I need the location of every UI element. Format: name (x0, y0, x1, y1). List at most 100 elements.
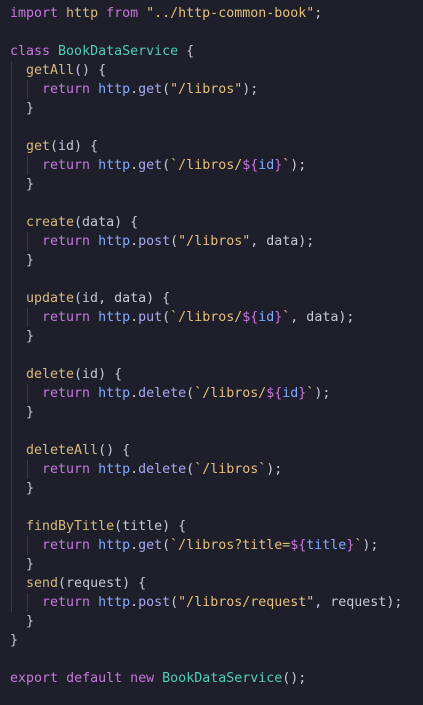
code-token: . (130, 595, 139, 610)
code-token: post (138, 234, 171, 249)
code-token: http (90, 158, 131, 173)
code-line[interactable]: return http.get(`/libros?title=${title}`… (10, 536, 378, 555)
code-token: (id, data) { (74, 291, 171, 306)
code-token: () { (74, 63, 107, 78)
code-token: `/libros/ (170, 310, 243, 325)
code-line[interactable]: return http.put(`/libros/${id}`, data); (10, 308, 354, 327)
code-token: getAll (10, 63, 75, 78)
code-token: . (130, 234, 139, 249)
code-token: } (10, 481, 35, 496)
code-token: (id) { (50, 139, 99, 154)
code-token: "/libros" (170, 82, 243, 97)
code-line[interactable]: class BookDataService { (10, 42, 194, 61)
code-editor[interactable]: import http from "../http-common-book"; c… (0, 0, 423, 705)
code-line[interactable]: import http from "../http-common-book"; (10, 4, 322, 23)
code-token: return (42, 595, 91, 610)
code-token: ; (314, 6, 323, 21)
code-token: export (10, 671, 59, 686)
code-token: ); (266, 462, 283, 477)
code-line[interactable]: } (10, 175, 34, 194)
code-token: return (42, 310, 91, 325)
code-line[interactable]: get(id) { (10, 137, 98, 156)
code-line[interactable]: } (10, 612, 34, 631)
code-line[interactable]: return http.delete(`/libros`); (10, 460, 282, 479)
code-token: } (10, 101, 35, 116)
code-token: BookDataService (58, 44, 179, 59)
code-line[interactable]: create(data) { (10, 213, 138, 232)
code-token: delete (10, 367, 75, 382)
code-line[interactable]: getAll() { (10, 61, 106, 80)
code-line[interactable]: } (10, 631, 18, 650)
code-token: ( (162, 158, 171, 173)
code-line[interactable]: return http.delete(`/libros/${id}`); (10, 384, 330, 403)
code-token: . (130, 386, 139, 401)
code-token: put (138, 310, 163, 325)
code-token: http (90, 386, 131, 401)
code-line[interactable]: return http.get(`/libros/${id}`); (10, 156, 306, 175)
code-line[interactable]: update(id, data) { (10, 289, 170, 308)
code-token: () { (98, 443, 131, 458)
code-token: "/libros" (178, 234, 251, 249)
code-token: } (10, 633, 19, 648)
code-token: ${ (242, 158, 259, 173)
code-token: ); (362, 538, 379, 553)
code-token: "/libros/request" (178, 595, 315, 610)
code-token: http (90, 462, 131, 477)
code-line[interactable]: export default new BookDataService(); (10, 669, 306, 688)
code-line[interactable]: return http.post("/libros/request", requ… (10, 593, 402, 612)
code-token: id (282, 386, 299, 401)
code-token: { (178, 44, 195, 59)
code-token: ( (170, 234, 179, 249)
code-token: update (10, 291, 75, 306)
code-token: } (10, 614, 35, 629)
code-line[interactable]: } (10, 555, 34, 574)
code-line[interactable]: findByTitle(title) { (10, 517, 186, 536)
code-token: } (10, 405, 35, 420)
code-line[interactable]: } (10, 251, 34, 270)
code-token: title (306, 538, 347, 553)
code-token: `/libros` (194, 462, 267, 477)
code-token: from (106, 6, 139, 21)
code-token: get (138, 158, 163, 173)
code-token: ${ (290, 538, 307, 553)
code-token: "../http-common-book" (146, 6, 315, 21)
code-token: } (10, 177, 35, 192)
code-token: deleteAll (10, 443, 99, 458)
code-token: . (130, 310, 139, 325)
code-token: default (66, 671, 123, 686)
code-token: `/libros/ (170, 158, 243, 173)
code-token: delete (138, 462, 187, 477)
code-line[interactable]: } (10, 99, 34, 118)
code-token: (); (282, 671, 307, 686)
code-line[interactable]: delete(id) { (10, 365, 122, 384)
code-line[interactable]: } (10, 479, 34, 498)
code-token: } (10, 329, 35, 344)
code-token: ( (186, 462, 195, 477)
code-line[interactable]: deleteAll() { (10, 441, 130, 460)
code-token: ( (170, 595, 179, 610)
code-token: post (138, 595, 171, 610)
code-line[interactable]: } (10, 403, 34, 422)
code-line[interactable]: send(request) { (10, 574, 146, 593)
code-token: new (130, 671, 155, 686)
code-token: get (138, 82, 163, 97)
code-token: . (130, 82, 139, 97)
code-token: http (90, 538, 131, 553)
code-token: ( (162, 538, 171, 553)
code-line[interactable]: } (10, 327, 34, 346)
code-token: ); (290, 158, 307, 173)
code-token: http (90, 595, 131, 610)
code-token: (id) { (74, 367, 123, 382)
code-line[interactable]: return http.get("/libros"); (10, 80, 258, 99)
code-token: `/libros?title= (170, 538, 291, 553)
code-line[interactable]: return http.post("/libros", data); (10, 232, 314, 251)
